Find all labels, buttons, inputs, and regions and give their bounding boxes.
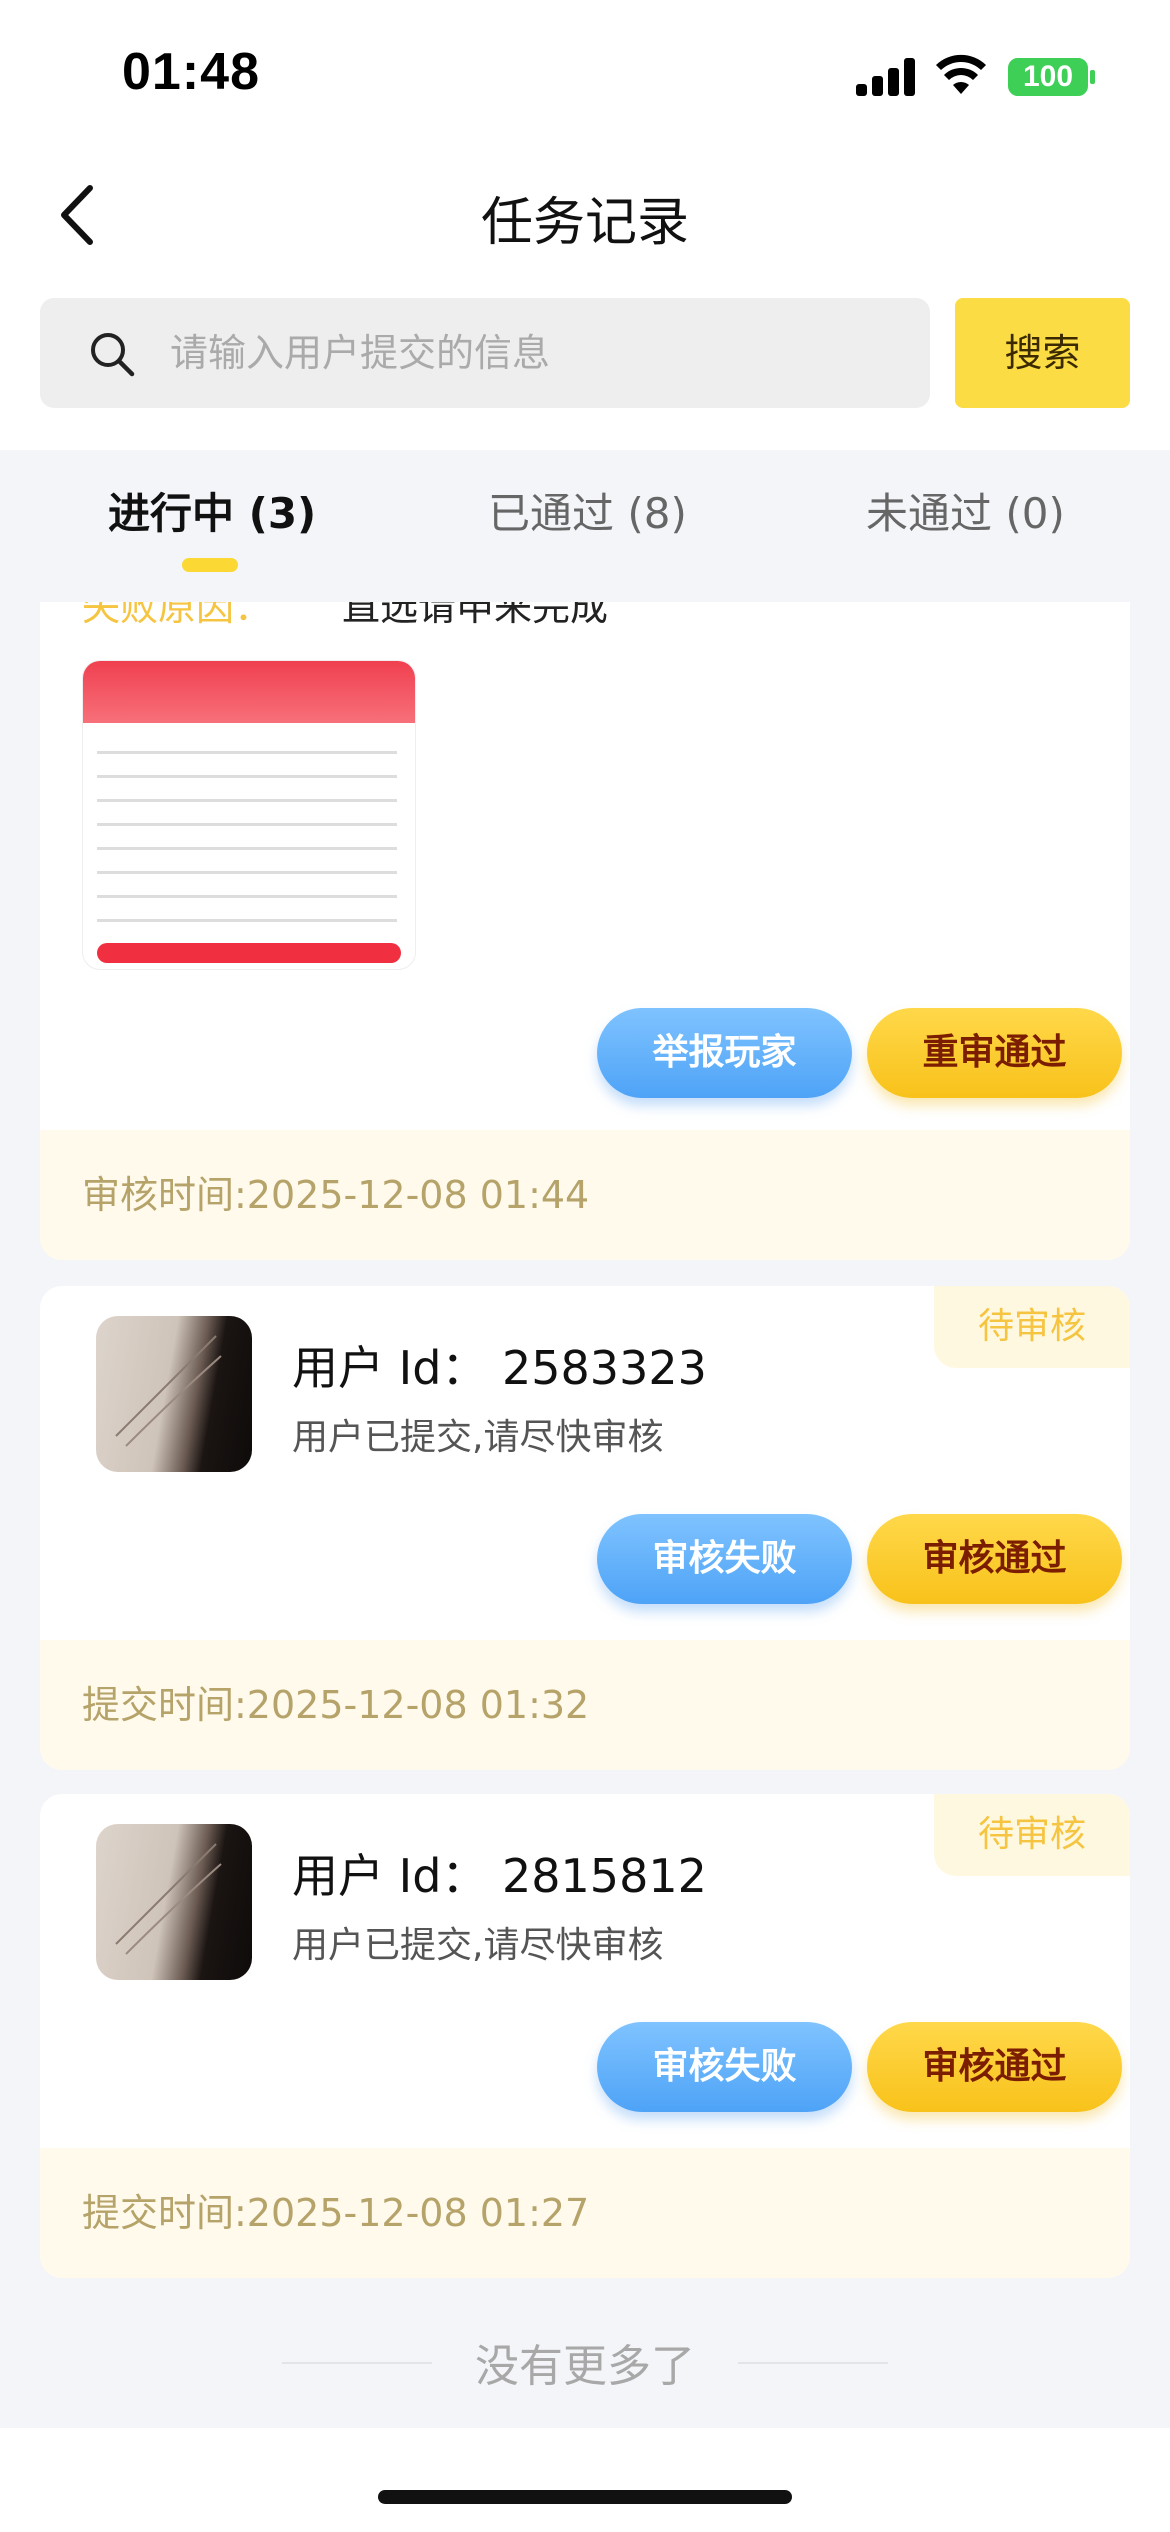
battery-icon: 100 (1008, 58, 1088, 96)
tab-in-progress[interactable]: 进行中 (3) (108, 480, 316, 541)
submitted-screenshot[interactable] (82, 660, 416, 970)
tab-bar: 进行中 (3) 已通过 (8) 未通过 (0) (0, 450, 1170, 600)
avatar (96, 1316, 252, 1472)
wifi-icon (936, 54, 986, 94)
approve-button[interactable]: 审核通过 (867, 2022, 1122, 2112)
status-badge: 待审核 (934, 1794, 1130, 1876)
battery-cap (1090, 70, 1095, 84)
home-indicator[interactable] (378, 2490, 792, 2504)
task-card: 用户 Id： 2583323 用户已提交,请尽快审核 待审核 审核失败 审核通过… (40, 1286, 1130, 1770)
tab-failed[interactable]: 未通过 (0) (866, 480, 1065, 541)
reject-button[interactable]: 审核失败 (597, 1514, 852, 1604)
status-time: 01:48 (122, 43, 260, 101)
submit-time: 提交时间:2025-12-08 01:32 (40, 1640, 1130, 1770)
submission-status: 用户已提交,请尽快审核 (292, 1417, 664, 1458)
status-badge: 待审核 (934, 1286, 1130, 1368)
tab-passed[interactable]: 已通过 (8) (488, 480, 687, 541)
page-title: 任务记录 (480, 193, 689, 253)
status-bar: 01:48 100 (0, 0, 1170, 150)
review-time: 审核时间:2025-12-08 01:44 (40, 1130, 1130, 1260)
task-card: 用户 Id： 2815812 用户已提交,请尽快审核 待审核 审核失败 审核通过… (40, 1794, 1130, 2278)
cellular-signal-icon (856, 58, 916, 96)
re-approve-button[interactable]: 重审通过 (867, 1008, 1122, 1098)
submission-status: 用户已提交,请尽快审核 (292, 1925, 664, 1966)
fail-reason-value: 直选请申来完成 (342, 602, 609, 629)
submit-time: 提交时间:2025-12-08 01:27 (40, 2148, 1130, 2278)
avatar (96, 1824, 252, 1980)
user-id: 用户 Id： 2583323 (292, 1341, 707, 1395)
fail-reason-label: 失败原因： (82, 602, 273, 629)
home-area (0, 2428, 1170, 2532)
report-player-button[interactable]: 举报玩家 (597, 1008, 852, 1098)
list-end-text: 没有更多了 (475, 2341, 695, 2392)
search-box[interactable] (40, 298, 930, 408)
battery-level: 100 (1022, 60, 1074, 93)
task-card: 失败原因： 直选请申来完成 举报玩家 重审通过 审核时间:2025-12-08 … (40, 602, 1130, 1260)
search-icon (91, 333, 135, 377)
search-input[interactable] (170, 298, 890, 408)
tab-active-indicator (182, 558, 238, 572)
user-id: 用户 Id： 2815812 (292, 1849, 707, 1903)
search-button[interactable]: 搜索 (955, 298, 1130, 408)
reject-button[interactable]: 审核失败 (597, 2022, 852, 2112)
approve-button[interactable]: 审核通过 (867, 1514, 1122, 1604)
